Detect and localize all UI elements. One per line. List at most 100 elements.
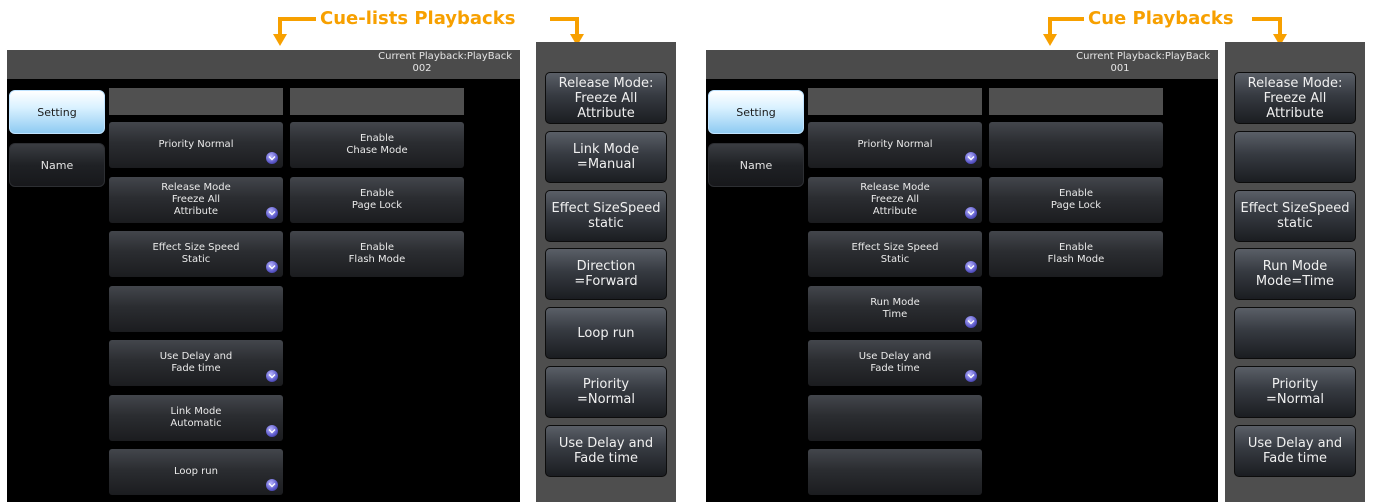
button-label: Release Mode	[161, 181, 231, 193]
chevron-down-icon[interactable]	[266, 261, 278, 273]
chevron-down-icon[interactable]	[965, 152, 977, 164]
chevron-down-icon[interactable]	[965, 315, 977, 328]
loop-run-button[interactable]: Loop run	[109, 449, 283, 495]
chevron-down-icon[interactable]	[266, 479, 278, 491]
empty-button[interactable]	[109, 285, 283, 332]
run-mode-time-button[interactable]: Run Mode Time	[808, 285, 982, 332]
softkey-label: =Forward	[574, 274, 638, 290]
release-mode-freeze-all-attribute-button[interactable]: Release Mode Freeze All Attribute	[109, 176, 283, 223]
softkey-label: static	[1277, 215, 1313, 231]
button-label: Attribute	[173, 205, 219, 217]
softkey-label: =Normal	[1266, 392, 1324, 407]
button-label: Static	[880, 254, 910, 265]
button-label: Flash Mode	[348, 254, 406, 265]
empty-softkey[interactable]	[1234, 130, 1356, 183]
button-label: Page Lock	[1050, 199, 1102, 211]
softkey-label: Fade time	[573, 450, 638, 466]
softkey-label: static	[588, 215, 624, 231]
enable-chase-mode-button[interactable]: Enable Chase Mode	[290, 122, 464, 168]
run-mode-mode-time-softkey[interactable]: Run Mode Mode=Time	[1234, 248, 1356, 301]
column-header	[290, 88, 464, 115]
effect-sizespeed-static-softkey[interactable]: Effect SizeSpeed static	[1234, 189, 1356, 242]
priority-normal-button[interactable]: Priority Normal	[109, 122, 283, 168]
use-delay-and-fade-time-softkey[interactable]: Use Delay and Fade time	[1234, 424, 1356, 477]
softkey-label: Use Delay and	[558, 435, 654, 451]
button-label: Freeze All	[171, 193, 221, 205]
chevron-down-icon[interactable]	[266, 206, 278, 219]
softkey-panel-right: Release Mode: Freeze All Attribute Effect S…	[1225, 42, 1365, 502]
link-mode-automatic-button[interactable]: Link Mode Automatic	[109, 394, 283, 441]
chevron-down-icon[interactable]	[266, 424, 278, 437]
link-mode-manual-softkey[interactable]: Link Mode =Manual	[545, 130, 667, 183]
button-label: Priority Normal	[857, 139, 933, 150]
effect-size-speed-static-button[interactable]: Effect Size Speed Static	[808, 231, 982, 277]
chevron-down-icon[interactable]	[965, 261, 977, 273]
chevron-down-icon[interactable]	[266, 370, 278, 382]
release-mode-freeze-all-attribute-softkey[interactable]: Release Mode: Freeze All Attribute	[545, 72, 667, 124]
softkey-label: =Normal	[577, 392, 635, 407]
loop-run-softkey[interactable]: Loop run	[545, 307, 667, 360]
playback-settings-screen-right: Current Playback:PlayBack 001 Setting Na…	[706, 50, 1218, 502]
tab-setting[interactable]: Setting	[9, 90, 105, 134]
softkey-label: Freeze All	[1263, 90, 1327, 106]
current-playback-number: 001	[1110, 63, 1130, 74]
current-playback-label: Current Playback:PlayBack	[378, 51, 512, 62]
button-label: Fade time	[870, 363, 920, 374]
softkey-label: Effect SizeSpeed	[1240, 200, 1350, 216]
chevron-down-icon[interactable]	[965, 370, 977, 382]
enable-flash-mode-button[interactable]: Enable Flash Mode	[290, 231, 464, 277]
softkey-label: Freeze All	[574, 90, 638, 106]
column-header	[808, 88, 982, 115]
effect-sizespeed-static-softkey[interactable]: Effect SizeSpeed static	[545, 189, 667, 242]
button-label: Enable	[359, 133, 395, 144]
softkey-label: Effect SizeSpeed	[551, 200, 661, 216]
button-label: Use Delay and	[159, 351, 233, 362]
tab-setting[interactable]: Setting	[708, 90, 804, 134]
priority-normal-softkey[interactable]: Priority =Normal	[545, 366, 667, 418]
current-playback-label: Current Playback:PlayBack	[1076, 51, 1210, 62]
button-label: Effect Size Speed	[152, 242, 240, 253]
caption-cue-playbacks: Cue Playbacks	[1040, 6, 1290, 46]
empty-button[interactable]	[808, 449, 982, 495]
direction-forward-softkey[interactable]: Direction =Forward	[545, 248, 667, 301]
enable-page-lock-button[interactable]: Enable Page Lock	[290, 176, 464, 223]
softkey-label: Priority	[1271, 377, 1319, 392]
enable-page-lock-button[interactable]: Enable Page Lock	[989, 176, 1163, 223]
button-label: Attribute	[872, 205, 918, 217]
empty-button[interactable]	[808, 394, 982, 441]
column-header	[109, 88, 283, 115]
effect-size-speed-static-button[interactable]: Effect Size Speed Static	[109, 231, 283, 277]
use-delay-and-fade-time-softkey[interactable]: Use Delay and Fade time	[545, 424, 667, 477]
status-bar: Current Playback:PlayBack 002	[7, 50, 520, 79]
button-label: Enable	[359, 187, 395, 199]
button-label: Enable	[1058, 242, 1094, 253]
release-mode-freeze-all-attribute-softkey[interactable]: Release Mode: Freeze All Attribute	[1234, 72, 1356, 124]
priority-normal-button[interactable]: Priority Normal	[808, 122, 982, 168]
tab-name[interactable]: Name	[708, 143, 804, 187]
button-label: Use Delay and	[858, 351, 932, 362]
tab-name[interactable]: Name	[9, 143, 105, 187]
current-playback-number: 002	[412, 63, 432, 74]
softkey-panel-left: Release Mode: Freeze All Attribute Link Mod…	[536, 42, 676, 502]
button-label: Loop run	[174, 466, 218, 477]
use-delay-and-fade-time-button[interactable]: Use Delay and Fade time	[109, 340, 283, 386]
column-header	[989, 88, 1163, 115]
button-label: Static	[181, 254, 211, 265]
caption-text: Cue-lists Playbacks	[320, 8, 516, 29]
softkey-label: Use Delay and	[1247, 435, 1343, 451]
priority-normal-softkey[interactable]: Priority =Normal	[1234, 366, 1356, 418]
softkey-label: Link Mode	[572, 141, 640, 157]
button-label: Enable	[359, 242, 395, 253]
use-delay-and-fade-time-button[interactable]: Use Delay and Fade time	[808, 340, 982, 386]
enable-flash-mode-button[interactable]: Enable Flash Mode	[989, 231, 1163, 277]
chevron-down-icon[interactable]	[965, 206, 977, 219]
button-label: Enable	[1058, 187, 1094, 199]
empty-softkey[interactable]	[1234, 307, 1356, 360]
current-playback: Current Playback:PlayBack 002	[332, 51, 512, 75]
softkey-label: Direction	[576, 259, 636, 275]
release-mode-freeze-all-attribute-button[interactable]: Release Mode Freeze All Attribute	[808, 176, 982, 223]
button-label: Run Mode	[870, 296, 920, 308]
empty-button[interactable]	[989, 122, 1163, 168]
chevron-down-icon[interactable]	[266, 152, 278, 164]
button-label: Freeze All	[870, 193, 920, 205]
